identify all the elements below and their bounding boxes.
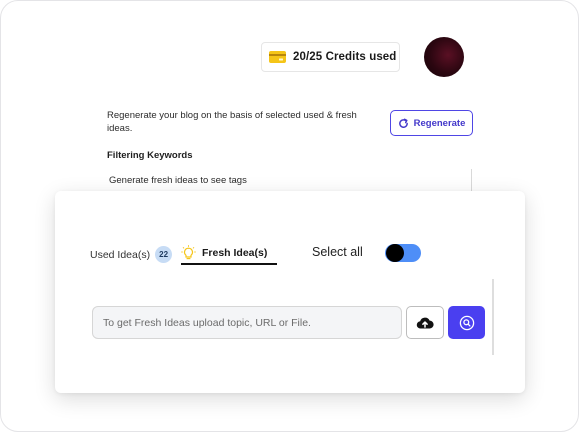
- regenerate-description: Regenerate your blog on the basis of sel…: [107, 110, 357, 134]
- tab-used-ideas[interactable]: Used Idea(s) 22: [90, 246, 173, 263]
- credit-card-icon: [269, 51, 286, 63]
- upload-button[interactable]: [406, 306, 444, 339]
- filtering-keywords-title: Filtering Keywords: [107, 150, 193, 161]
- regenerate-button-label: Regenerate: [413, 117, 466, 129]
- credits-label: 20/25 Credits used: [293, 51, 397, 63]
- search-button[interactable]: [448, 306, 485, 339]
- credits-badge: 20/25 Credits used: [261, 42, 400, 72]
- filtering-empty-hint: Generate fresh ideas to see tags: [109, 175, 247, 186]
- ideas-panel: Used Idea(s) 22 Fresh Idea(s) Select all: [55, 191, 525, 393]
- scrollbar-track: [492, 279, 494, 355]
- select-all-toggle[interactable]: [385, 244, 421, 262]
- search-icon: [459, 315, 474, 330]
- scrollbar-track: [471, 169, 472, 193]
- select-all-label: Select all: [312, 245, 363, 259]
- tab-fresh-ideas-label: Fresh Idea(s): [202, 247, 268, 259]
- lightbulb-icon: [181, 244, 196, 259]
- tab-used-ideas-label: Used Idea(s): [90, 248, 151, 261]
- fresh-ideas-input[interactable]: [92, 306, 402, 339]
- used-ideas-count-badge: 22: [155, 246, 173, 263]
- cloud-upload-icon: [416, 317, 434, 329]
- avatar[interactable]: [424, 37, 464, 77]
- regenerate-button[interactable]: Regenerate: [390, 110, 473, 136]
- toggle-knob: [386, 244, 404, 262]
- active-tab-indicator: [181, 263, 277, 265]
- regenerate-icon: [398, 118, 408, 128]
- app-window: 20/25 Credits used Regenerate your blog …: [0, 0, 579, 432]
- tab-fresh-ideas[interactable]: Fresh Idea(s): [181, 243, 267, 263]
